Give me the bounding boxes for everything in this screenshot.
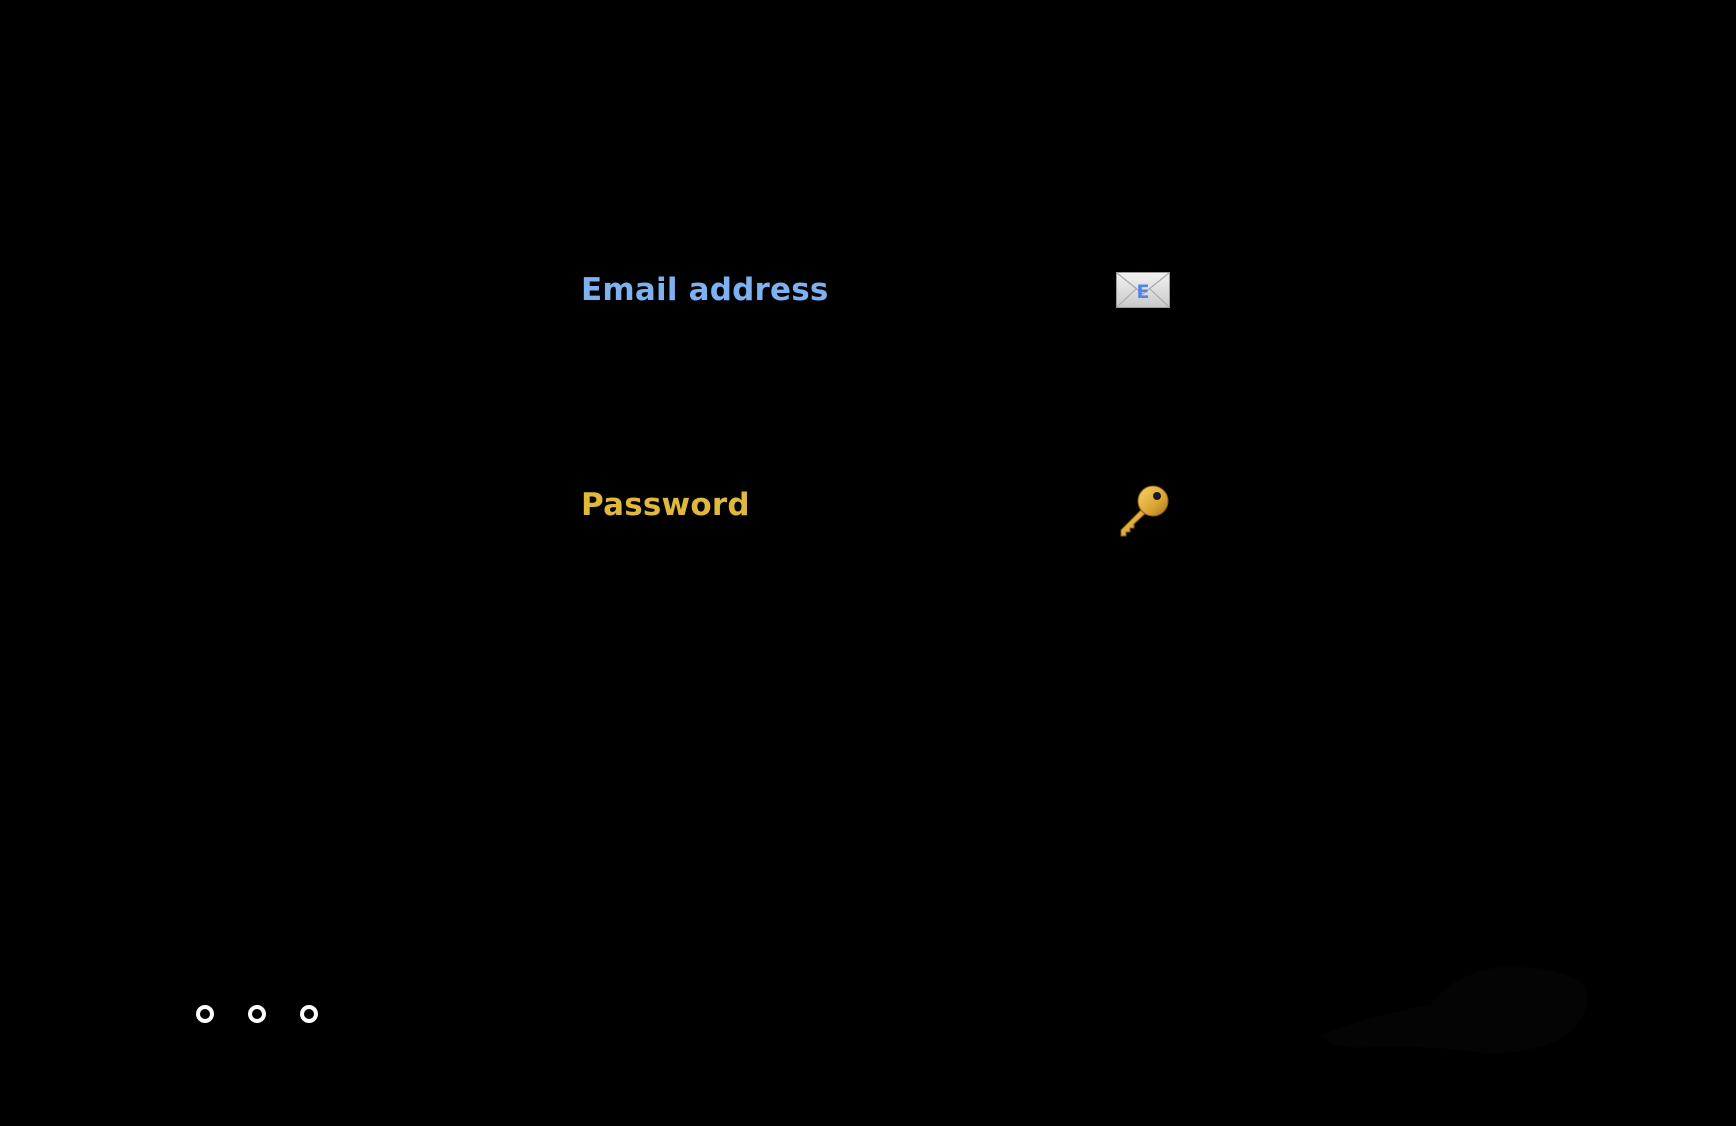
password-input[interactable] [581, 463, 1091, 543]
password-field-row[interactable]: Password [581, 463, 1171, 543]
key-icon [1115, 484, 1171, 540]
background-shadow-shape [1320, 966, 1588, 1054]
loading-dots [196, 1003, 326, 1023]
envelope-icon: E [1116, 272, 1170, 308]
envelope-icon-letter: E [1137, 281, 1150, 303]
indicator-dot [248, 1005, 266, 1023]
indicator-dot [300, 1005, 318, 1023]
indicator-dot [196, 1005, 214, 1023]
email-input[interactable] [581, 252, 1091, 332]
email-field-row[interactable]: Email address E [581, 252, 1171, 332]
